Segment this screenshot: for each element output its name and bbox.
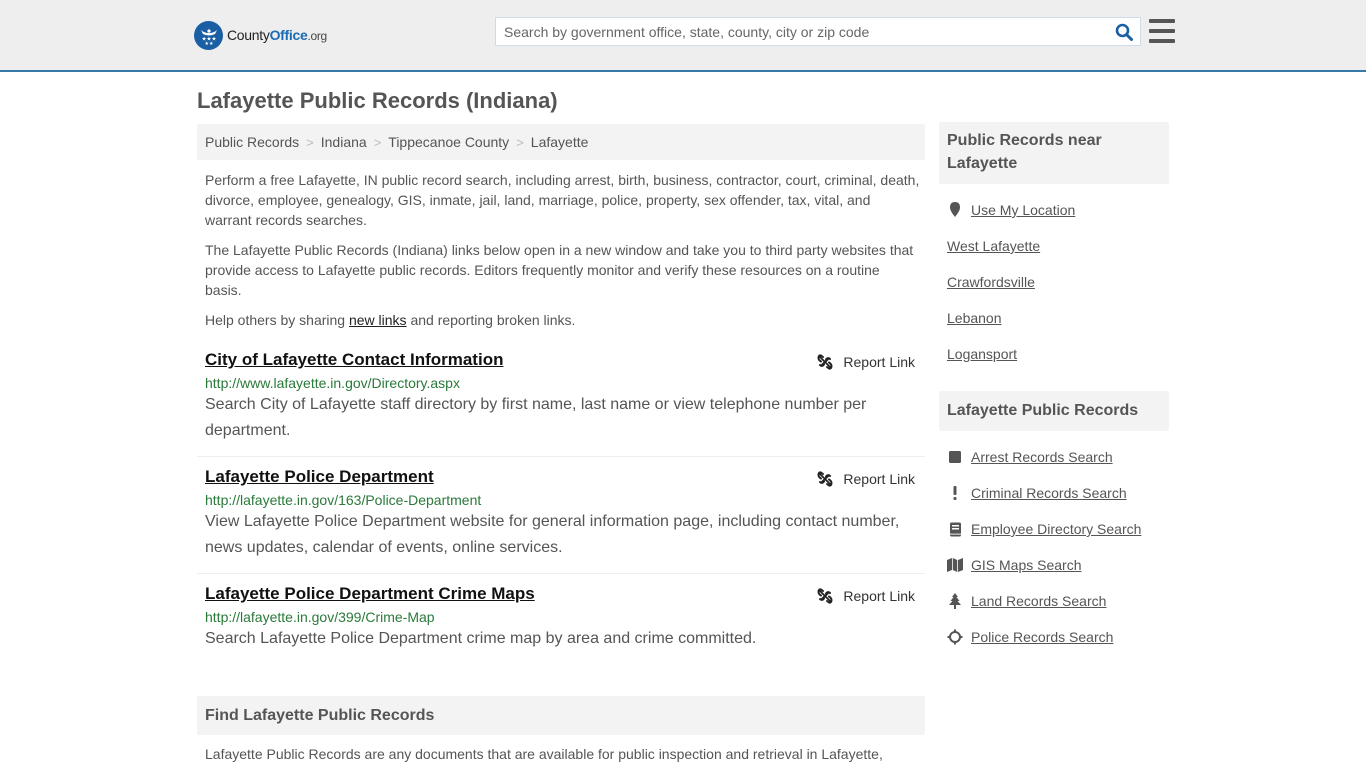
breadcrumb-lafayette[interactable]: Lafayette [531, 134, 589, 150]
listing-title-link[interactable]: City of Lafayette Contact Information [205, 350, 503, 370]
land-records-link[interactable]: Land Records Search [971, 593, 1106, 609]
records-list-item: Land Records Search [947, 583, 1167, 619]
nearby-place-item: Lebanon [947, 300, 1167, 336]
report-link-label: Report Link [843, 588, 915, 604]
broken-link-icon [817, 354, 833, 370]
nearby-place-item: Logansport [947, 336, 1167, 372]
breadcrumb-public-records[interactable]: Public Records [205, 134, 299, 150]
map-icon [947, 557, 963, 573]
exclamation-icon [947, 485, 963, 501]
menu-bar [1149, 19, 1175, 23]
menu-bar [1149, 39, 1175, 43]
search-icon [1115, 23, 1133, 41]
find-records-heading: Find Lafayette Public Records [197, 696, 925, 735]
broken-link-icon [817, 588, 833, 604]
search-bar [495, 17, 1141, 46]
nearby-place-link[interactable]: West Lafayette [947, 238, 1040, 254]
new-links-link[interactable]: new links [349, 312, 407, 328]
svg-text:★★: ★★ [204, 41, 213, 46]
arrest-records-link[interactable]: Arrest Records Search [971, 449, 1113, 465]
breadcrumb-separator: > [373, 134, 382, 150]
gis-maps-link[interactable]: GIS Maps Search [971, 557, 1082, 573]
site-logo[interactable]: ★★★ ★★ CountyOffice.org [194, 20, 327, 50]
logo-wordmark: CountyOffice.org [227, 27, 327, 43]
police-records-link[interactable]: Police Records Search [971, 629, 1113, 645]
use-my-location-link[interactable]: Use My Location [971, 202, 1075, 218]
tree-icon [947, 593, 963, 609]
report-link-label: Report Link [843, 471, 915, 487]
listing-item: Lafayette Police Department Crime Maps R… [197, 584, 925, 664]
listing-description: Search City of Lafayette staff directory… [205, 396, 867, 439]
intro-paragraph-3: Help others by sharing new links and rep… [205, 312, 576, 328]
nearby-records-heading: Public Records near Lafayette [939, 122, 1169, 184]
intro-paragraph-2: The Lafayette Public Records (Indiana) l… [205, 242, 914, 298]
map-marker-icon [947, 202, 963, 218]
nearby-place-link[interactable]: Crawfordsville [947, 274, 1035, 290]
breadcrumb-separator: > [516, 134, 524, 150]
nearby-list: Use My Location West Lafayette Crawfords… [947, 192, 1167, 372]
book-icon [947, 521, 963, 537]
nearby-place-link[interactable]: Logansport [947, 346, 1017, 362]
breadcrumb: Public Records > Indiana > Tippecanoe Co… [197, 124, 925, 160]
records-list-item: Employee Directory Search [947, 511, 1167, 547]
use-my-location-item: Use My Location [947, 192, 1167, 228]
report-link-label: Report Link [843, 354, 915, 370]
breadcrumb-tippecanoe-county[interactable]: Tippecanoe County [388, 134, 509, 150]
records-list-heading: Lafayette Public Records [939, 391, 1169, 431]
records-list-item: GIS Maps Search [947, 547, 1167, 583]
menu-bar [1149, 29, 1175, 33]
intro-text: Perform a free Lafayette, IN public reco… [205, 170, 920, 340]
search-button[interactable] [1108, 18, 1140, 45]
broken-link-icon [817, 471, 833, 487]
listing-description: Search Lafayette Police Department crime… [205, 630, 757, 647]
report-link-button[interactable]: Report Link [817, 588, 915, 604]
listing-item: City of Lafayette Contact Information Re… [197, 350, 925, 457]
find-records-text: Lafayette Public Records are any documen… [205, 746, 883, 762]
listing-url[interactable]: http://www.lafayette.in.gov/Directory.as… [205, 375, 917, 391]
report-link-button[interactable]: Report Link [817, 471, 915, 487]
search-input[interactable] [496, 18, 1108, 45]
nearby-place-item: West Lafayette [947, 228, 1167, 264]
square-icon [947, 449, 963, 465]
breadcrumb-separator: > [306, 134, 314, 150]
listing-title-link[interactable]: Lafayette Police Department [205, 467, 434, 487]
listing-item: Lafayette Police Department Report Link … [197, 467, 925, 574]
listing-description: View Lafayette Police Department website… [205, 513, 900, 556]
report-link-button[interactable]: Report Link [817, 354, 915, 370]
nearby-place-item: Crawfordsville [947, 264, 1167, 300]
records-list: Arrest Records Search Criminal Records S… [947, 439, 1167, 655]
page-title: Lafayette Public Records (Indiana) [197, 88, 558, 113]
records-list-item: Criminal Records Search [947, 475, 1167, 511]
listing-url[interactable]: http://lafayette.in.gov/399/Crime-Map [205, 609, 917, 625]
breadcrumb-indiana[interactable]: Indiana [321, 134, 367, 150]
records-list-item: Arrest Records Search [947, 439, 1167, 475]
crosshairs-icon [947, 629, 963, 645]
hamburger-menu-icon[interactable] [1149, 19, 1175, 43]
criminal-records-link[interactable]: Criminal Records Search [971, 485, 1127, 501]
site-header: ★★★ ★★ CountyOffice.org [0, 0, 1366, 72]
intro-paragraph-1: Perform a free Lafayette, IN public reco… [205, 172, 920, 228]
nearby-place-link[interactable]: Lebanon [947, 310, 1002, 326]
listing-title-link[interactable]: Lafayette Police Department Crime Maps [205, 584, 535, 604]
employee-directory-link[interactable]: Employee Directory Search [971, 521, 1141, 537]
records-list-item: Police Records Search [947, 619, 1167, 655]
listing-url[interactable]: http://lafayette.in.gov/163/Police-Depar… [205, 492, 917, 508]
eagle-stars-icon: ★★★ ★★ [194, 20, 223, 50]
